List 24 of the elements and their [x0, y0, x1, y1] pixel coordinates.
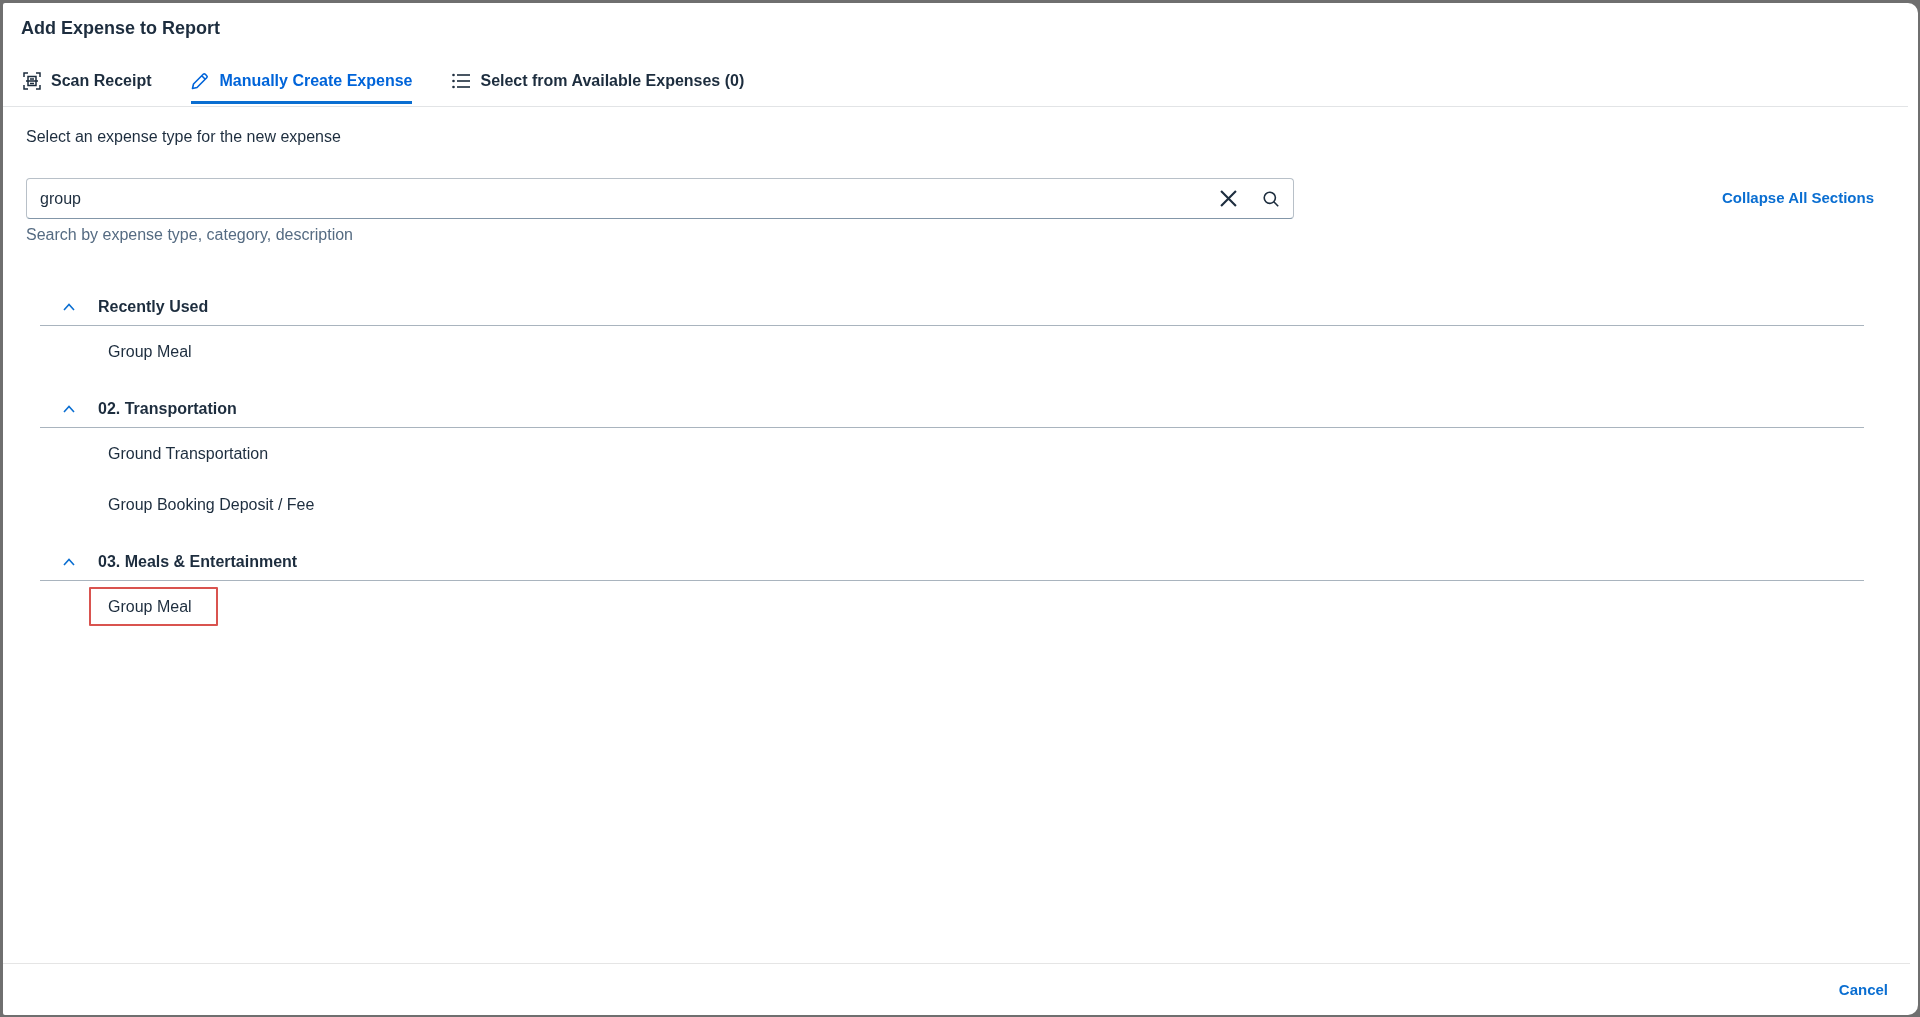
- search-icon[interactable]: [1263, 190, 1279, 207]
- clear-icon[interactable]: [1220, 190, 1237, 207]
- chevron-up-icon: [63, 303, 75, 311]
- instruction-text: Select an expense type for the new expense: [26, 128, 342, 146]
- expense-type-item[interactable]: Group Booking Deposit / Fee: [89, 485, 334, 524]
- collapse-all-link[interactable]: Collapse All Sections: [1722, 189, 1874, 207]
- section-header[interactable]: 03. Meals & Entertainment: [40, 530, 1864, 581]
- chevron-up-icon: [63, 558, 75, 566]
- section-header[interactable]: Recently Used: [40, 275, 1864, 326]
- search-field[interactable]: group: [26, 178, 1294, 219]
- tab[interactable]: Select from Available Expenses (0): [452, 60, 745, 104]
- cancel-button[interactable]: Cancel: [1838, 981, 1888, 998]
- scan-icon: [23, 71, 41, 90]
- expense-type-item[interactable]: Group Meal: [89, 587, 218, 626]
- expense-type-item[interactable]: Ground Transportation: [89, 434, 288, 473]
- tab[interactable]: Scan Receipt: [23, 60, 152, 104]
- list-icon: [452, 71, 471, 90]
- chevron-up-icon: [63, 405, 75, 413]
- search-hint: Search by expense type, category, description: [26, 226, 354, 244]
- pencil-icon: [191, 71, 210, 90]
- dialog-title: Add Expense to Report: [21, 17, 222, 40]
- tab[interactable]: Manually Create Expense: [191, 60, 413, 104]
- section-header[interactable]: 02. Transportation: [40, 377, 1864, 428]
- expense-type-item[interactable]: Group Meal: [89, 332, 211, 371]
